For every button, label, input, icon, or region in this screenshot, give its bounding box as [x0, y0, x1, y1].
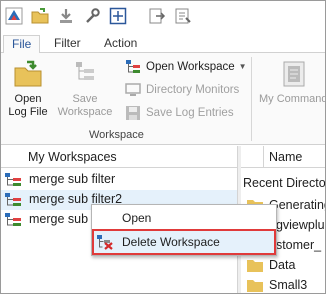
workspace-item-label: merge sub filter [29, 172, 116, 186]
save-workspace-label: Save Workspace [57, 93, 113, 118]
open-folder-icon [13, 59, 43, 89]
menu-item-open[interactable]: Open [92, 206, 276, 230]
recent-directories-title: Recent Directo [243, 176, 326, 190]
import-icon[interactable] [173, 6, 193, 26]
workspace-icon [5, 213, 21, 226]
export-icon[interactable] [147, 6, 167, 26]
file-list-item-label: Data [269, 258, 296, 272]
open-log-file-button[interactable]: Open Log File [7, 59, 49, 119]
workspace-icon [5, 193, 21, 206]
crosshair-select-icon[interactable] [108, 6, 128, 26]
quick-access-toolbar [1, 1, 325, 33]
menu-item-delete-workspace[interactable]: Delete Workspace [92, 230, 276, 254]
workspace-tree-icon [70, 59, 100, 89]
workspace-icon [5, 173, 21, 186]
tab-action[interactable]: Action [96, 35, 145, 54]
ribbon-panel: Open Log File Save Workspace Open Worksp… [1, 53, 326, 145]
download-icon[interactable] [56, 6, 76, 26]
save-workspace-button[interactable]: Save Workspace [55, 59, 115, 119]
ribbon-divider [251, 57, 252, 141]
directory-monitors-button[interactable]: Directory Monitors [125, 81, 239, 99]
open-folder-icon[interactable] [30, 6, 50, 26]
workspace-item[interactable]: merge sub filter [1, 170, 237, 190]
workspaces-header: My Workspaces [1, 146, 237, 168]
file-list-item-label: ogviewplu [269, 218, 325, 232]
file-list-item-label: Small3 [269, 278, 308, 292]
workspace-group-label: Workspace [89, 129, 144, 141]
open-workspace-button[interactable]: Open Workspace ▼ [125, 58, 247, 76]
folder-icon [247, 280, 263, 292]
name-column-header[interactable]: Name [269, 150, 302, 164]
app-window: File Filter Action Open Log File Save Wo… [0, 0, 326, 294]
save-log-entries-label: Save Log Entries [146, 107, 234, 119]
folder-icon [247, 260, 263, 272]
directory-monitors-label: Directory Monitors [146, 84, 240, 96]
monitor-icon [125, 83, 141, 96]
tab-file[interactable]: File [3, 35, 41, 54]
commands-icon [279, 59, 309, 89]
file-list-item-label: Generating [269, 198, 326, 212]
menu-item-delete-workspace-label: Delete Workspace [122, 235, 220, 249]
file-list-item[interactable]: Small3 [241, 276, 325, 293]
delete-workspace-icon [97, 235, 113, 250]
file-list-item[interactable]: Data [241, 256, 325, 276]
open-log-file-label: Open Log File [8, 93, 48, 118]
chevron-down-icon: ▼ [238, 62, 247, 71]
app-logo-icon[interactable] [4, 6, 24, 26]
wrench-icon[interactable] [82, 6, 102, 26]
column-divider[interactable] [263, 146, 264, 168]
context-menu: Open Delete Workspace [91, 204, 277, 256]
menu-item-open-label: Open [122, 211, 152, 225]
save-log-entries-button[interactable]: Save Log Entries [125, 104, 234, 122]
file-list-header: Name [241, 146, 325, 168]
tab-filter[interactable]: Filter [46, 35, 89, 54]
workspaces-header-label: My Workspaces [28, 150, 117, 164]
save-icon [126, 106, 140, 120]
workspace-open-icon [126, 60, 140, 73]
ribbon-tabs: File Filter Action [1, 33, 325, 54]
my-commands-button[interactable]: My Commands [257, 59, 326, 106]
open-workspace-label: Open Workspace [146, 61, 235, 73]
my-commands-label: My Commands [259, 93, 326, 105]
